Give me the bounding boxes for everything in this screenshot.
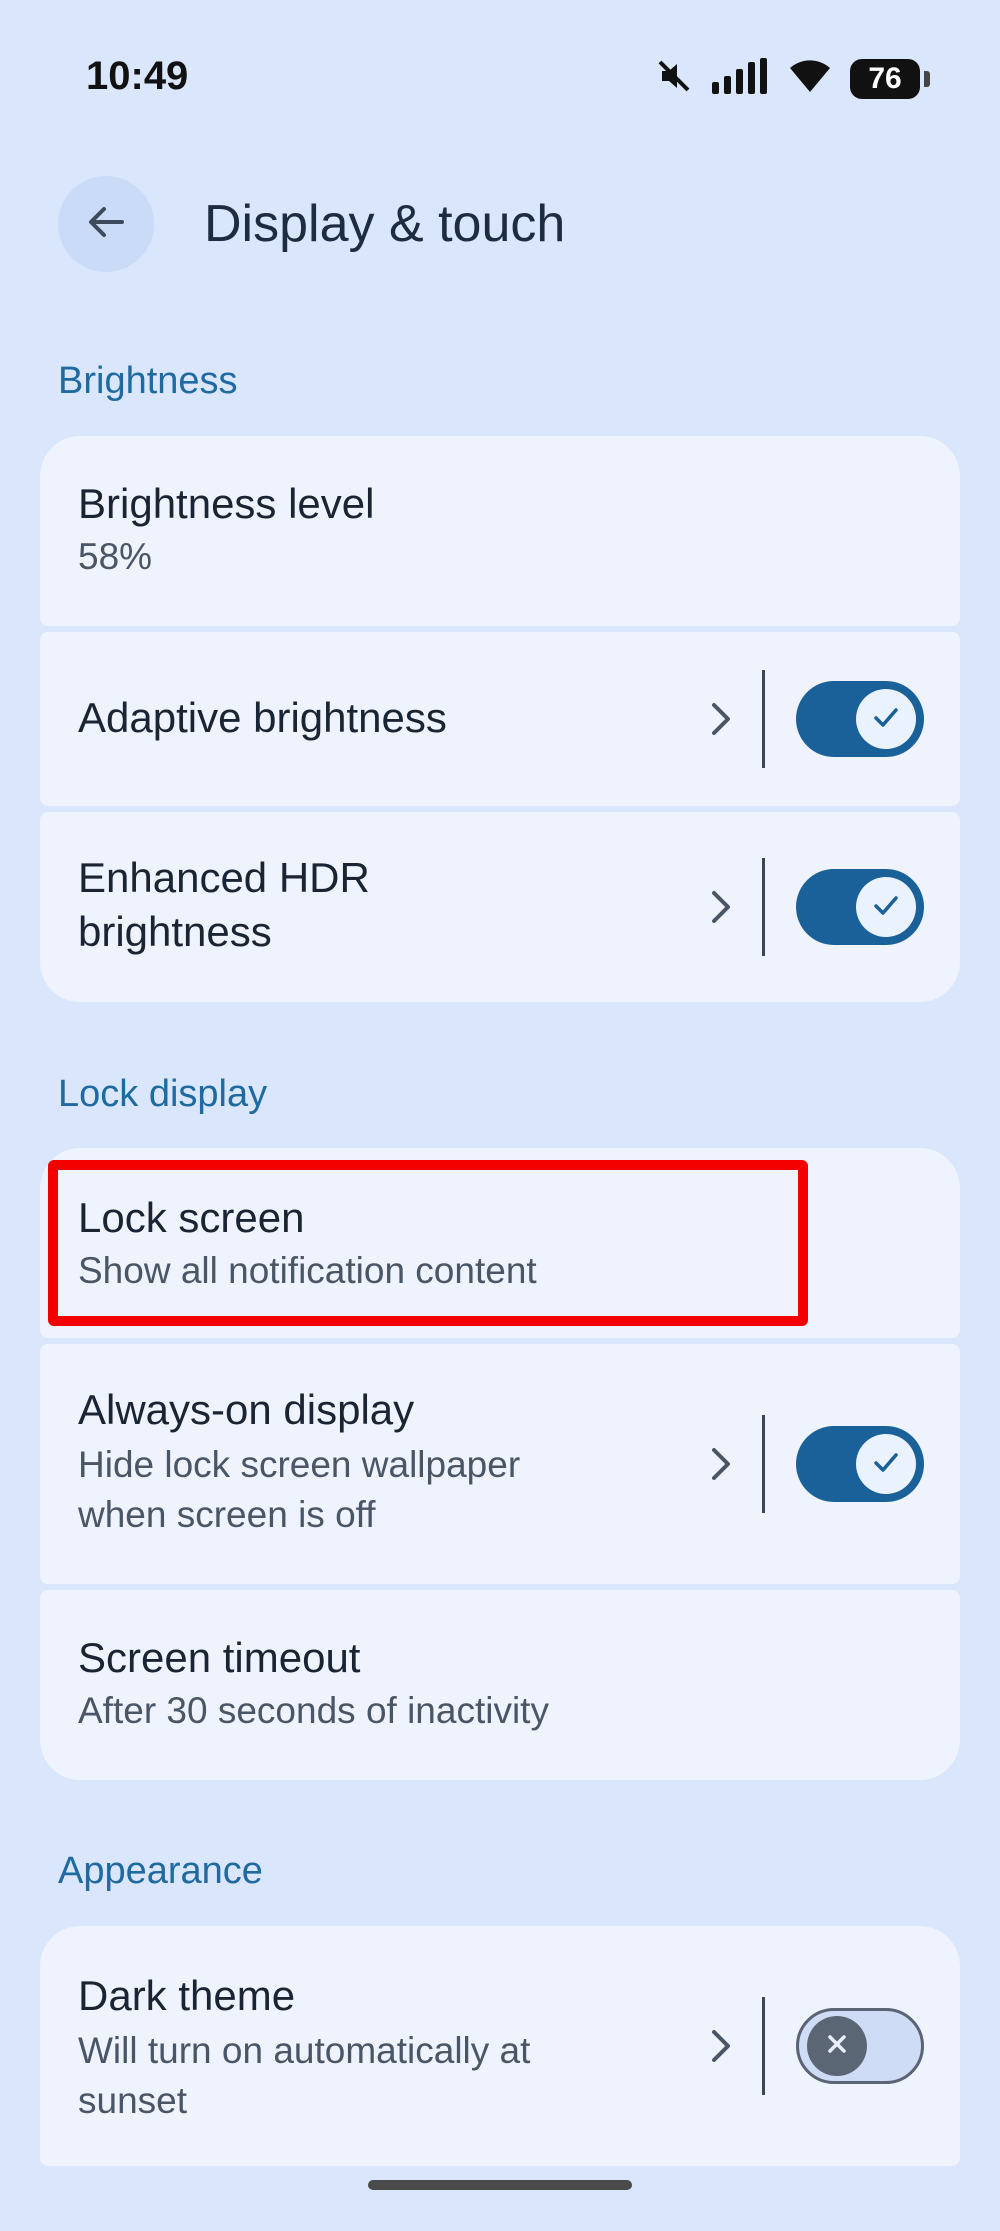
battery-level: 76 [868,61,902,95]
always-on-display-sub-line2: when screen is off [78,1494,376,1535]
toggle-knob [856,1434,916,1494]
item-divider [762,858,765,956]
dark-theme-sub-line1: Will turn on automatically at [78,2030,531,2071]
page-title: Display & touch [204,195,566,253]
always-on-display-title: Always-on display [78,1386,415,1433]
adaptive-brightness-title: Adaptive brightness [78,694,447,741]
status-icons: 76 [654,56,930,101]
chevron-right-icon [700,1444,740,1484]
section-appearance: Appearance [58,1850,263,1892]
status-bar: 10:49 76 [0,0,1000,160]
check-icon [870,889,902,926]
arrow-left-icon [84,200,128,249]
signal-icon [710,56,770,101]
brightness-level-item[interactable]: Brightness level 58% [40,436,960,626]
status-time: 10:49 [86,54,189,98]
section-brightness: Brightness [58,360,238,402]
enhanced-hdr-title-line1: Enhanced HDR [78,854,370,901]
toggle-knob [856,689,916,749]
dark-theme-item[interactable]: Dark theme Will turn on automatically at… [40,1926,960,2166]
screen-timeout-subtitle: After 30 seconds of inactivity [78,1690,549,1731]
enhanced-hdr-title-line2: brightness [78,908,272,955]
chevron-right-icon [700,887,740,927]
section-lock-display: Lock display [58,1073,268,1115]
check-icon [870,701,902,738]
wifi-icon [786,56,834,101]
toggle-knob [856,877,916,937]
adaptive-brightness-item[interactable]: Adaptive brightness [40,632,960,806]
enhanced-hdr-item[interactable]: Enhanced HDR brightness [40,812,960,1002]
screen-timeout-title: Screen timeout [78,1634,361,1681]
screen-timeout-item[interactable]: Screen timeout After 30 seconds of inact… [40,1590,960,1780]
home-indicator[interactable] [368,2180,632,2190]
chevron-right-icon [700,699,740,739]
dark-theme-sub-line2: sunset [78,2080,188,2121]
highlight-box [48,1160,808,1326]
mute-icon [654,56,694,101]
always-on-display-toggle[interactable] [796,1426,924,1502]
dark-theme-title: Dark theme [78,1972,296,2019]
brightness-level-title: Brightness level [78,480,375,527]
adaptive-brightness-toggle[interactable] [796,681,924,757]
back-button[interactable] [58,176,154,272]
enhanced-hdr-toggle[interactable] [796,869,924,945]
close-icon [823,2030,851,2063]
item-divider [762,670,765,768]
always-on-display-sub-line1: Hide lock screen wallpaper [78,1444,521,1485]
toggle-knob [807,2016,867,2076]
chevron-right-icon [700,2026,740,2066]
item-divider [762,1415,765,1513]
always-on-display-item[interactable]: Always-on display Hide lock screen wallp… [40,1344,960,1584]
dark-theme-toggle[interactable] [796,2008,924,2084]
check-icon [870,1446,902,1483]
brightness-level-value: 58% [78,536,153,577]
battery-icon: 76 [850,58,930,99]
app-bar: Display & touch [0,176,1000,280]
item-divider [762,1997,765,2095]
